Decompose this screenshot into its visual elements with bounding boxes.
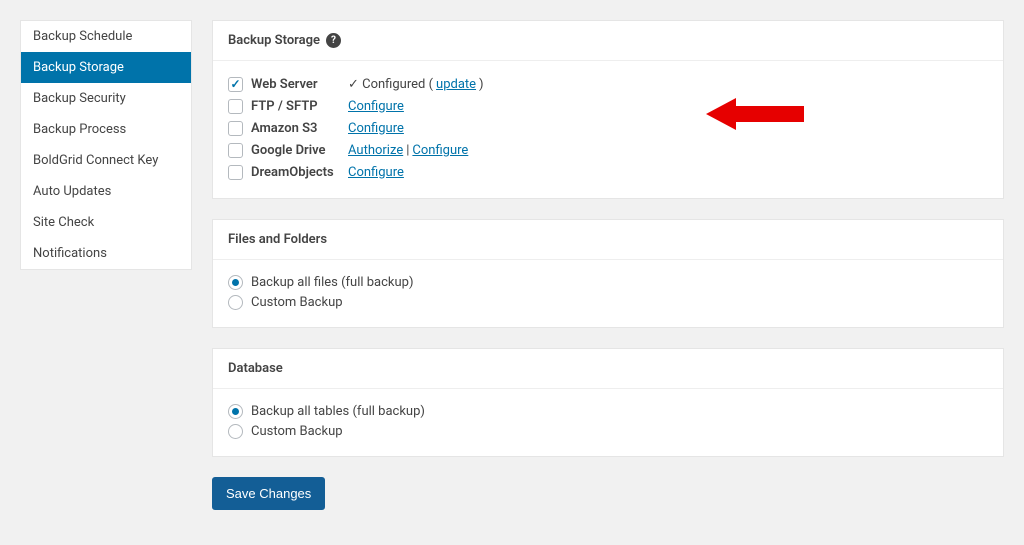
sidebar-item-backup-storage[interactable]: Backup Storage — [21, 52, 191, 83]
database-option-custom[interactable]: Custom Backup — [228, 421, 988, 441]
configure-link-ftp[interactable]: Configure — [348, 99, 404, 114]
radio-label: Custom Backup — [251, 424, 343, 439]
radio-files-custom[interactable] — [228, 295, 243, 310]
checkbox-gdrive[interactable] — [228, 143, 243, 158]
radio-label: Backup all files (full backup) — [251, 275, 414, 290]
storage-label: Amazon S3 — [251, 121, 317, 136]
sidebar-item-boldgrid-connect-key[interactable]: BoldGrid Connect Key — [21, 145, 191, 176]
authorize-link-gdrive[interactable]: Authorize — [348, 143, 403, 158]
sidebar-item-backup-security[interactable]: Backup Security — [21, 83, 191, 114]
checkbox-web-server[interactable] — [228, 77, 243, 92]
panel-title: Backup Storage — [228, 33, 320, 48]
files-option-full[interactable]: Backup all files (full backup) — [228, 272, 988, 292]
storage-row-ftp: FTP / SFTP Configure — [228, 95, 988, 117]
database-panel: Database Backup all tables (full backup)… — [212, 348, 1004, 457]
main-content: Backup Storage ? Web Server ✓ Configured… — [212, 20, 1004, 510]
storage-label: Google Drive — [251, 143, 326, 158]
sidebar-item-auto-updates[interactable]: Auto Updates — [21, 176, 191, 207]
storage-label: FTP / SFTP — [251, 99, 318, 114]
help-icon[interactable]: ? — [326, 33, 341, 48]
radio-db-full[interactable] — [228, 404, 243, 419]
panel-header-files: Files and Folders — [213, 220, 1003, 260]
separator: | — [406, 143, 409, 158]
save-button[interactable]: Save Changes — [212, 477, 325, 510]
storage-row-s3: Amazon S3 Configure — [228, 117, 988, 139]
status-suffix: ) — [479, 77, 484, 92]
settings-sidebar: Backup Schedule Backup Storage Backup Se… — [20, 20, 192, 270]
configure-link-dreamobjects[interactable]: Configure — [348, 165, 404, 180]
database-option-full[interactable]: Backup all tables (full backup) — [228, 401, 988, 421]
checkbox-ftp[interactable] — [228, 99, 243, 114]
sidebar-item-notifications[interactable]: Notifications — [21, 238, 191, 269]
update-link[interactable]: update — [436, 77, 476, 92]
sidebar-item-site-check[interactable]: Site Check — [21, 207, 191, 238]
storage-row-dreamobjects: DreamObjects Configure — [228, 161, 988, 183]
files-option-custom[interactable]: Custom Backup — [228, 292, 988, 312]
storage-label: DreamObjects — [251, 165, 334, 180]
panel-title: Files and Folders — [228, 232, 327, 247]
radio-db-custom[interactable] — [228, 424, 243, 439]
radio-label: Backup all tables (full backup) — [251, 404, 425, 419]
panel-header-database: Database — [213, 349, 1003, 389]
panel-header-storage: Backup Storage ? — [213, 21, 1003, 61]
radio-files-full[interactable] — [228, 275, 243, 290]
storage-row-web-server: Web Server ✓ Configured (update) — [228, 73, 988, 95]
storage-label: Web Server — [251, 77, 318, 92]
configure-link-gdrive[interactable]: Configure — [412, 143, 468, 158]
status-text: ✓ Configured ( — [348, 77, 433, 92]
configure-link-s3[interactable]: Configure — [348, 121, 404, 136]
checkbox-s3[interactable] — [228, 121, 243, 136]
backup-storage-panel: Backup Storage ? Web Server ✓ Configured… — [212, 20, 1004, 199]
checkbox-dreamobjects[interactable] — [228, 165, 243, 180]
panel-title: Database — [228, 361, 283, 376]
files-folders-panel: Files and Folders Backup all files (full… — [212, 219, 1004, 328]
storage-row-gdrive: Google Drive Authorize | Configure — [228, 139, 988, 161]
sidebar-item-backup-schedule[interactable]: Backup Schedule — [21, 21, 191, 52]
sidebar-item-backup-process[interactable]: Backup Process — [21, 114, 191, 145]
radio-label: Custom Backup — [251, 295, 343, 310]
